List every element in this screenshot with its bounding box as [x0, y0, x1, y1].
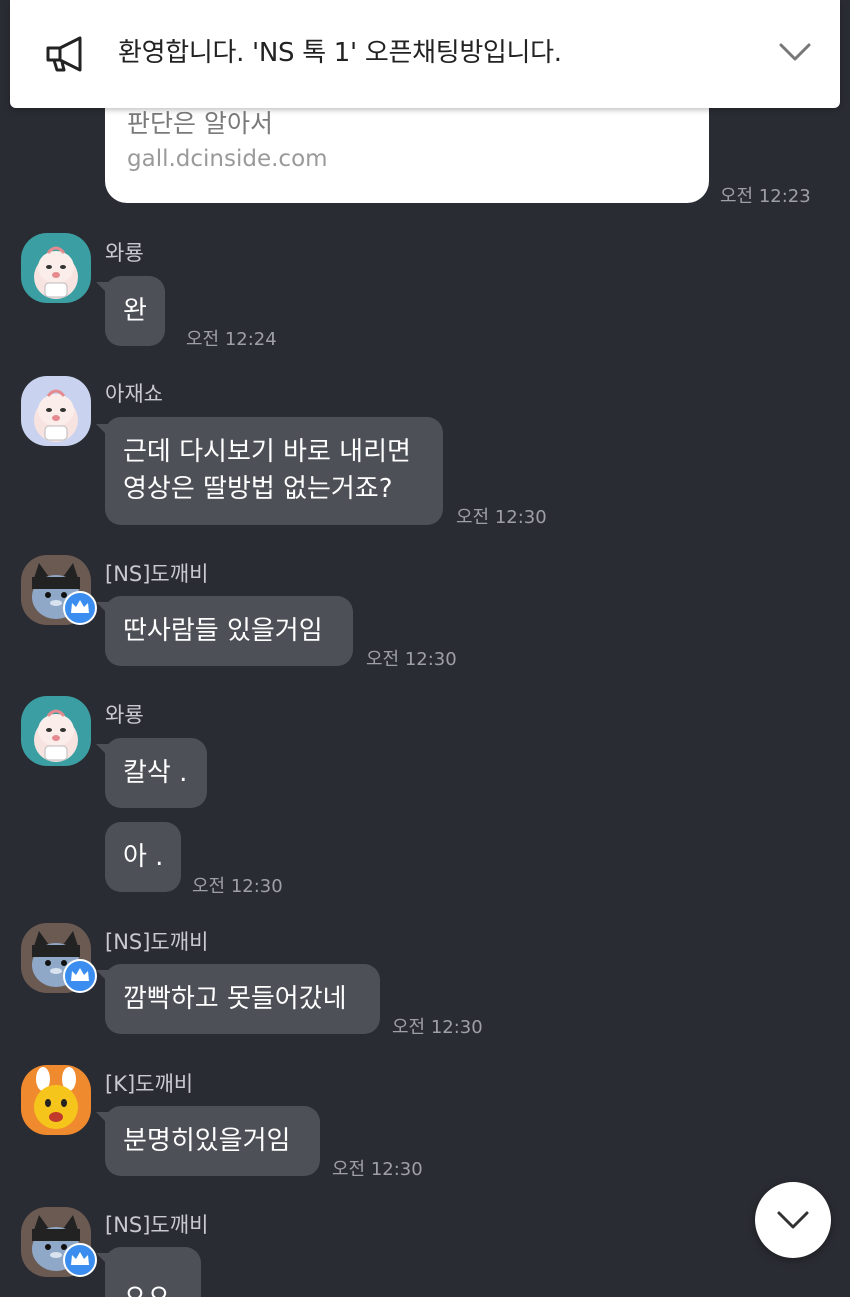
message-time: 오전 12:30	[366, 649, 457, 670]
scroll-to-bottom-button[interactable]	[755, 1182, 831, 1258]
message-text: 칼삭 .	[123, 758, 188, 788]
crown-icon	[63, 591, 97, 625]
crown-icon	[63, 959, 97, 993]
message-text: 아 .	[123, 842, 164, 872]
message-bubble[interactable]: 딴사람들 있을거임	[105, 596, 353, 666]
chevron-down-icon[interactable]	[778, 40, 812, 64]
message-bubble[interactable]: 깜빡하고 못들어갔네	[105, 964, 380, 1034]
message-time: 오전 12:30	[392, 1017, 483, 1038]
message-text: 딴사람들 있을거임	[123, 616, 323, 646]
message-bubble[interactable]: 근데 다시보기 바로 내리면 영상은 딸방법 없는거죠?	[105, 417, 443, 525]
link-preview-title: 판단은 알아서	[127, 109, 273, 138]
apeach-avatar-icon	[21, 696, 91, 766]
muzi-avatar-icon	[21, 1065, 91, 1135]
message-time: 오전 12:30	[192, 876, 283, 897]
message-bubble[interactable]: ㅇㅇ	[105, 1247, 201, 1297]
sender-name: 와룡	[105, 703, 144, 727]
message-bubble[interactable]: 분명히있을거임	[105, 1106, 320, 1176]
avatar[interactable]	[21, 923, 97, 993]
notice-text: 환영합니다. 'NS 톡 1' 오픈채팅방입니다.	[118, 38, 562, 68]
link-preview-domain: gall.dcinside.com	[127, 146, 328, 172]
notice-banner[interactable]: 환영합니다. 'NS 톡 1' 오픈채팅방입니다.	[10, 0, 840, 108]
avatar[interactable]	[21, 696, 91, 766]
message-bubble[interactable]: 아 .	[105, 822, 181, 892]
message-time: 오전 12:30	[456, 507, 547, 528]
crown-icon	[63, 1243, 97, 1277]
message-text: 영상은 딸방법 없는거죠?	[123, 474, 393, 504]
apeach-avatar-icon	[21, 233, 91, 303]
message-time: 오전 12:30	[332, 1159, 423, 1180]
avatar[interactable]	[21, 555, 97, 625]
chevron-down-icon	[777, 1211, 809, 1229]
message-time: 오전 12:24	[186, 329, 277, 350]
message-bubble[interactable]: 칼삭 .	[105, 738, 207, 808]
sender-name: [NS]도깨비	[105, 1213, 209, 1237]
message-text: ㅇㅇ	[123, 1280, 171, 1297]
message-text: 근데 다시보기 바로 내리면	[123, 437, 411, 467]
avatar[interactable]	[21, 233, 91, 303]
message-text: 완	[123, 296, 147, 326]
message-bubble[interactable]: 완	[105, 276, 165, 346]
sender-name: 와룡	[105, 241, 144, 265]
sender-name: [NS]도깨비	[105, 562, 209, 586]
avatar[interactable]	[21, 1207, 97, 1277]
sender-name: 아재쇼	[105, 382, 163, 406]
sender-name: [NS]도깨비	[105, 930, 209, 954]
message-text: 깜빡하고 못들어갔네	[123, 984, 347, 1014]
message-text: 분명히있을거임	[123, 1126, 291, 1156]
sender-name: [K]도깨비	[105, 1072, 194, 1096]
link-preview-time: 오전 12:23	[720, 186, 811, 207]
chat-screen: 판단은 알아서 gall.dcinside.com 오전 12:23 와룡 완 …	[0, 0, 850, 1297]
apeach-avatar-icon	[21, 376, 91, 446]
avatar[interactable]	[21, 1065, 91, 1135]
megaphone-icon	[46, 36, 82, 72]
avatar[interactable]	[21, 376, 91, 446]
